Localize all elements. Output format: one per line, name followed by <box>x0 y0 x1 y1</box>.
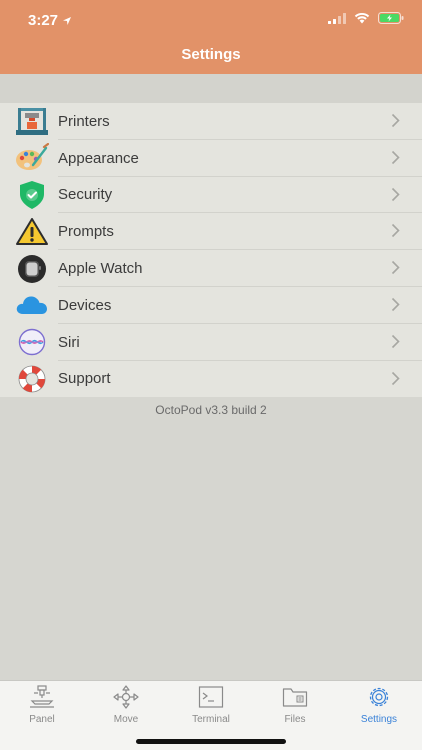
status-bar: 3:27 <box>0 0 422 40</box>
gear-icon <box>366 685 392 709</box>
settings-item-label: Security <box>58 186 113 204</box>
chevron-right-icon <box>391 297 400 312</box>
settings-item-prompts[interactable]: Prompts <box>0 213 422 251</box>
lifebuoy-icon <box>15 364 49 394</box>
chevron-right-icon <box>391 334 400 348</box>
tab-label: Settings <box>360 714 398 725</box>
terminal-icon <box>198 685 224 709</box>
settings-item-devices[interactable]: Devices <box>0 287 422 324</box>
status-time-text: 3:27 <box>28 12 59 29</box>
settings-item-printers[interactable]: Printers <box>0 103 422 140</box>
watch-icon <box>15 254 49 284</box>
location-arrow-icon <box>63 16 72 25</box>
chevron-right-icon <box>391 187 400 201</box>
files-icon <box>282 685 308 709</box>
tab-label: Files <box>284 714 306 725</box>
settings-item-support[interactable]: Support <box>0 361 422 398</box>
tab-label: Move <box>113 714 139 725</box>
settings-item-security[interactable]: Security <box>0 177 422 214</box>
settings-item-label: Prompts <box>58 223 114 241</box>
settings-item-appearance[interactable]: Appearance <box>0 140 422 177</box>
tab-label: Panel <box>29 714 55 725</box>
wifi-icon <box>354 12 370 24</box>
cloud-icon <box>15 290 49 320</box>
chevron-right-icon <box>391 150 400 164</box>
palette-icon <box>15 143 49 173</box>
settings-item-apple-watch[interactable]: Apple Watch <box>0 250 422 287</box>
tab-label: Terminal <box>192 714 230 725</box>
tab-panel[interactable]: Panel <box>0 685 84 725</box>
section-spacer <box>0 74 422 103</box>
battery-charging-icon <box>378 12 404 24</box>
settings-item-label: Siri <box>58 333 80 351</box>
cellular-signal-icon <box>328 12 346 24</box>
settings-item-label: Appearance <box>58 149 139 167</box>
page-title: Settings <box>181 46 241 63</box>
warning-icon <box>15 217 49 247</box>
chevron-right-icon <box>391 224 400 238</box>
settings-item-label: Support <box>58 370 111 388</box>
tab-terminal[interactable]: Terminal <box>169 685 253 725</box>
status-indicators <box>328 12 404 24</box>
chevron-right-icon <box>391 261 400 275</box>
home-indicator[interactable] <box>136 739 286 744</box>
navigation-header: 3:27 Settings <box>0 0 422 74</box>
settings-item-label: Printers <box>58 112 110 130</box>
tab-move[interactable]: Move <box>84 685 168 725</box>
chevron-right-icon <box>391 371 400 385</box>
settings-item-siri[interactable]: Siri <box>0 324 422 361</box>
settings-item-label: Devices <box>58 296 112 314</box>
shield-icon <box>15 180 49 210</box>
panel-icon <box>29 685 55 709</box>
chevron-right-icon <box>391 113 400 128</box>
status-time: 3:27 <box>28 12 72 29</box>
siri-icon <box>15 327 49 357</box>
settings-list: Printers Appearance Security Prompts App… <box>0 103 422 398</box>
tab-files[interactable]: Files <box>253 685 337 725</box>
move-icon <box>113 685 139 709</box>
tab-settings[interactable]: Settings <box>337 685 421 725</box>
version-label: OctoPod v3.3 build 2 <box>155 403 267 417</box>
printer-icon <box>15 106 49 136</box>
settings-item-label: Apple Watch <box>58 260 143 278</box>
